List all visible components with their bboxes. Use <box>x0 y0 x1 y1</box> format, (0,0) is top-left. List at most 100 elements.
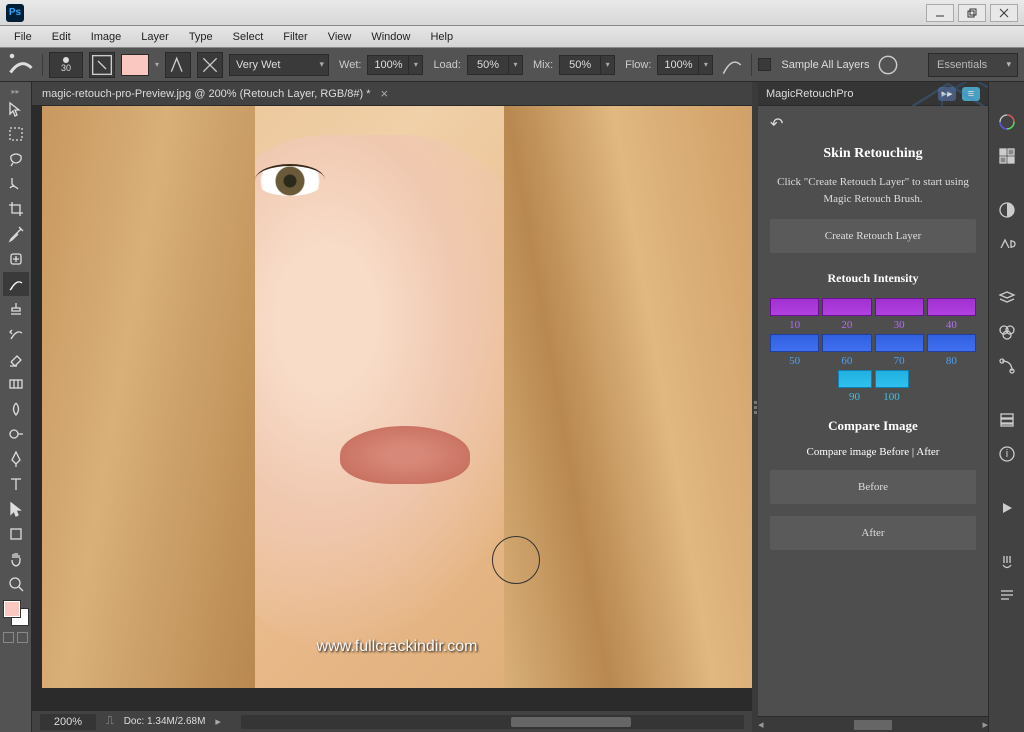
move-tool[interactable] <box>3 97 29 121</box>
lasso-tool[interactable] <box>3 147 29 171</box>
intensity-10[interactable] <box>770 298 819 316</box>
menu-select[interactable]: Select <box>223 28 274 46</box>
zoom-field[interactable]: 200% <box>40 714 96 730</box>
status-arrow-icon[interactable]: ▸ <box>215 715 221 728</box>
quickmask-mode-icon[interactable] <box>17 632 28 643</box>
hand-tool[interactable] <box>3 547 29 571</box>
panel-menu-icon[interactable]: ≡ <box>962 87 980 101</box>
wet-field[interactable]: 100% <box>367 55 409 75</box>
channels-panel-icon[interactable] <box>994 320 1020 344</box>
actions-panel-icon[interactable] <box>994 496 1020 520</box>
color-panel-icon[interactable] <box>994 110 1020 134</box>
layers-panel-icon[interactable] <box>994 286 1020 310</box>
brush-preset-picker[interactable]: 30 <box>49 52 83 78</box>
menu-filter[interactable]: Filter <box>273 28 317 46</box>
marquee-tool[interactable] <box>3 122 29 146</box>
menu-type[interactable]: Type <box>179 28 223 46</box>
intensity-60[interactable] <box>822 334 871 352</box>
paths-panel-icon[interactable] <box>994 354 1020 378</box>
panel-tab[interactable]: MagicRetouchPro ▸▸ ≡ <box>758 82 988 106</box>
panel-nav-icon[interactable]: ▸▸ <box>938 87 956 101</box>
minimize-button[interactable] <box>926 4 954 22</box>
history-panel-icon[interactable] <box>994 408 1020 432</box>
adjustments-panel-icon[interactable] <box>994 198 1020 222</box>
zoom-tool[interactable] <box>3 572 29 596</box>
after-button[interactable]: After <box>770 516 976 550</box>
path-select-tool[interactable] <box>3 497 29 521</box>
menu-layer[interactable]: Layer <box>131 28 179 46</box>
menu-image[interactable]: Image <box>81 28 132 46</box>
menu-view[interactable]: View <box>318 28 362 46</box>
menu-file[interactable]: File <box>4 28 42 46</box>
mix-dropdown[interactable]: ▾ <box>601 55 615 75</box>
menu-edit[interactable]: Edit <box>42 28 81 46</box>
healing-tool[interactable] <box>3 247 29 271</box>
eyedropper-tool[interactable] <box>3 222 29 246</box>
type-tool[interactable] <box>3 472 29 496</box>
document-title: magic-retouch-pro-Preview.jpg @ 200% (Re… <box>42 88 370 100</box>
flow-field[interactable]: 100% <box>657 55 699 75</box>
intensity-80[interactable] <box>927 334 976 352</box>
flow-dropdown[interactable]: ▾ <box>699 55 713 75</box>
swatches-panel-icon[interactable] <box>994 144 1020 168</box>
create-retouch-layer-button[interactable]: Create Retouch Layer <box>770 219 976 253</box>
restore-button[interactable] <box>958 4 986 22</box>
blur-tool[interactable] <box>3 397 29 421</box>
color-swatches[interactable] <box>4 601 28 625</box>
dodge-tool[interactable] <box>3 422 29 446</box>
airbrush-icon[interactable] <box>719 52 745 78</box>
menu-help[interactable]: Help <box>420 28 463 46</box>
wetness-preset-select[interactable]: Very Wet <box>229 54 329 76</box>
history-brush-tool[interactable] <box>3 322 29 346</box>
eraser-tool[interactable] <box>3 347 29 371</box>
document-close-icon[interactable]: × <box>380 86 388 101</box>
brush-tool[interactable] <box>3 272 29 296</box>
intensity-30[interactable] <box>875 298 924 316</box>
mix-label: Mix: <box>533 59 553 71</box>
intensity-20[interactable] <box>822 298 871 316</box>
panel-back-icon[interactable]: ↶ <box>770 114 976 134</box>
intensity-90[interactable] <box>838 370 872 388</box>
sample-all-checkbox[interactable] <box>758 58 771 71</box>
tablet-pressure-icon[interactable] <box>875 52 901 78</box>
load-brush-icon[interactable] <box>165 52 191 78</box>
compare-text: Compare image Before | After <box>770 446 976 458</box>
load-dropdown[interactable]: ▾ <box>509 55 523 75</box>
horizontal-scrollbar[interactable] <box>241 715 744 729</box>
toolbox-collapse[interactable]: ▸▸ <box>0 86 31 96</box>
brush-panel-toggle-icon[interactable] <box>89 52 115 78</box>
intensity-50[interactable] <box>770 334 819 352</box>
brush-presets-panel-icon[interactable] <box>994 550 1020 574</box>
wet-dropdown[interactable]: ▾ <box>409 55 423 75</box>
panel-horizontal-scrollbar[interactable]: ◂▸ <box>758 716 988 732</box>
menu-window[interactable]: Window <box>361 28 420 46</box>
intensity-40[interactable] <box>927 298 976 316</box>
intensity-70[interactable] <box>875 334 924 352</box>
current-tool-icon[interactable] <box>6 54 36 76</box>
crop-tool[interactable] <box>3 197 29 221</box>
gradient-tool[interactable] <box>3 372 29 396</box>
before-button[interactable]: Before <box>770 470 976 504</box>
document-tab[interactable]: magic-retouch-pro-Preview.jpg @ 200% (Re… <box>32 82 752 106</box>
pen-tool[interactable] <box>3 447 29 471</box>
mix-field[interactable]: 50% <box>559 55 601 75</box>
flow-label: Flow: <box>625 59 651 71</box>
brush-cursor <box>492 536 540 584</box>
paragraph-panel-icon[interactable] <box>994 584 1020 608</box>
stamp-tool[interactable] <box>3 297 29 321</box>
shape-tool[interactable] <box>3 522 29 546</box>
color-swatch[interactable] <box>121 54 149 76</box>
clean-brush-icon[interactable] <box>197 52 223 78</box>
intensity-100[interactable] <box>875 370 909 388</box>
status-menu-icon[interactable]: ⎍ <box>106 715 114 728</box>
canvas[interactable]: www.fullcrackindir.com <box>42 106 752 688</box>
standard-mode-icon[interactable] <box>3 632 14 643</box>
workspace-select[interactable]: Essentials <box>928 53 1018 77</box>
foreground-swatch[interactable] <box>4 601 20 617</box>
watermark-text: www.fullcrackindir.com <box>317 638 478 656</box>
quick-select-tool[interactable] <box>3 172 29 196</box>
close-button[interactable] <box>990 4 1018 22</box>
load-field[interactable]: 50% <box>467 55 509 75</box>
properties-panel-icon[interactable]: i <box>994 442 1020 466</box>
styles-panel-icon[interactable] <box>994 232 1020 256</box>
